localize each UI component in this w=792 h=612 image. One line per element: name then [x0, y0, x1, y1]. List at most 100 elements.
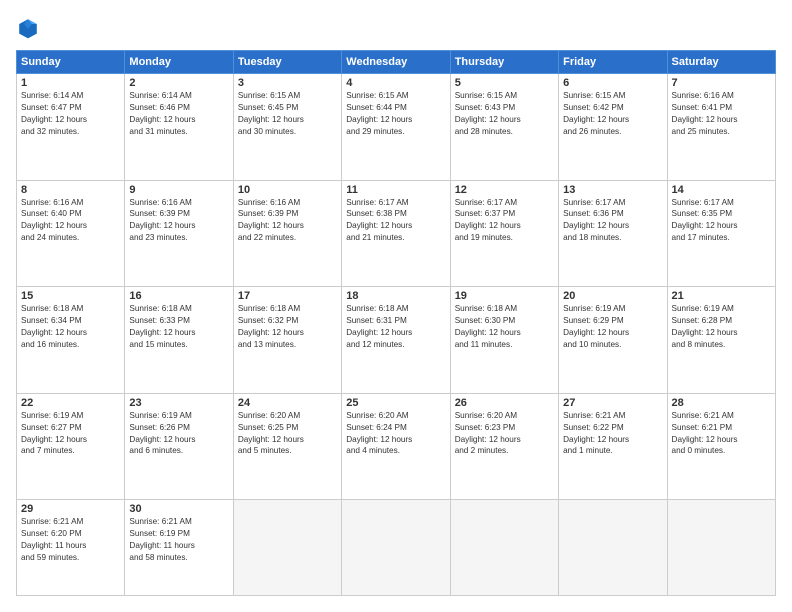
day-cell: 7Sunrise: 6:16 AMSunset: 6:41 PMDaylight…	[667, 74, 775, 181]
day-cell: 2Sunrise: 6:14 AMSunset: 6:46 PMDaylight…	[125, 74, 233, 181]
day-info: Sunrise: 6:18 AMSunset: 6:30 PMDaylight:…	[455, 303, 554, 351]
day-cell: 22Sunrise: 6:19 AMSunset: 6:27 PMDayligh…	[17, 393, 125, 500]
day-cell: 6Sunrise: 6:15 AMSunset: 6:42 PMDaylight…	[559, 74, 667, 181]
day-cell: 14Sunrise: 6:17 AMSunset: 6:35 PMDayligh…	[667, 180, 775, 287]
day-cell: 25Sunrise: 6:20 AMSunset: 6:24 PMDayligh…	[342, 393, 450, 500]
day-cell	[233, 500, 341, 596]
header	[16, 16, 776, 40]
col-header-wednesday: Wednesday	[342, 51, 450, 74]
day-number: 17	[238, 290, 337, 302]
day-cell: 30Sunrise: 6:21 AMSunset: 6:19 PMDayligh…	[125, 500, 233, 596]
day-info: Sunrise: 6:17 AMSunset: 6:37 PMDaylight:…	[455, 197, 554, 245]
day-info: Sunrise: 6:16 AMSunset: 6:40 PMDaylight:…	[21, 197, 120, 245]
col-header-saturday: Saturday	[667, 51, 775, 74]
day-info: Sunrise: 6:20 AMSunset: 6:23 PMDaylight:…	[455, 410, 554, 458]
day-cell	[559, 500, 667, 596]
week-row-5: 29Sunrise: 6:21 AMSunset: 6:20 PMDayligh…	[17, 500, 776, 596]
day-number: 30	[129, 503, 228, 515]
day-number: 5	[455, 77, 554, 89]
day-info: Sunrise: 6:15 AMSunset: 6:43 PMDaylight:…	[455, 90, 554, 138]
day-number: 11	[346, 184, 445, 196]
day-info: Sunrise: 6:21 AMSunset: 6:22 PMDaylight:…	[563, 410, 662, 458]
day-number: 12	[455, 184, 554, 196]
day-info: Sunrise: 6:16 AMSunset: 6:41 PMDaylight:…	[672, 90, 771, 138]
day-cell: 12Sunrise: 6:17 AMSunset: 6:37 PMDayligh…	[450, 180, 558, 287]
day-cell: 23Sunrise: 6:19 AMSunset: 6:26 PMDayligh…	[125, 393, 233, 500]
day-number: 26	[455, 397, 554, 409]
col-header-thursday: Thursday	[450, 51, 558, 74]
day-info: Sunrise: 6:19 AMSunset: 6:28 PMDaylight:…	[672, 303, 771, 351]
day-info: Sunrise: 6:14 AMSunset: 6:46 PMDaylight:…	[129, 90, 228, 138]
day-cell: 26Sunrise: 6:20 AMSunset: 6:23 PMDayligh…	[450, 393, 558, 500]
day-cell: 18Sunrise: 6:18 AMSunset: 6:31 PMDayligh…	[342, 287, 450, 394]
day-cell: 15Sunrise: 6:18 AMSunset: 6:34 PMDayligh…	[17, 287, 125, 394]
day-info: Sunrise: 6:15 AMSunset: 6:45 PMDaylight:…	[238, 90, 337, 138]
col-header-monday: Monday	[125, 51, 233, 74]
day-number: 27	[563, 397, 662, 409]
day-number: 13	[563, 184, 662, 196]
day-number: 20	[563, 290, 662, 302]
day-number: 10	[238, 184, 337, 196]
day-number: 16	[129, 290, 228, 302]
day-cell: 10Sunrise: 6:16 AMSunset: 6:39 PMDayligh…	[233, 180, 341, 287]
logo-icon	[16, 16, 40, 40]
day-cell: 8Sunrise: 6:16 AMSunset: 6:40 PMDaylight…	[17, 180, 125, 287]
calendar-table: SundayMondayTuesdayWednesdayThursdayFrid…	[16, 50, 776, 596]
day-number: 3	[238, 77, 337, 89]
col-header-sunday: Sunday	[17, 51, 125, 74]
day-number: 1	[21, 77, 120, 89]
day-info: Sunrise: 6:21 AMSunset: 6:20 PMDaylight:…	[21, 516, 120, 564]
day-cell	[667, 500, 775, 596]
day-info: Sunrise: 6:18 AMSunset: 6:32 PMDaylight:…	[238, 303, 337, 351]
week-row-1: 1Sunrise: 6:14 AMSunset: 6:47 PMDaylight…	[17, 74, 776, 181]
week-row-2: 8Sunrise: 6:16 AMSunset: 6:40 PMDaylight…	[17, 180, 776, 287]
day-cell: 20Sunrise: 6:19 AMSunset: 6:29 PMDayligh…	[559, 287, 667, 394]
day-number: 23	[129, 397, 228, 409]
day-info: Sunrise: 6:19 AMSunset: 6:27 PMDaylight:…	[21, 410, 120, 458]
day-number: 7	[672, 77, 771, 89]
day-number: 22	[21, 397, 120, 409]
day-info: Sunrise: 6:19 AMSunset: 6:29 PMDaylight:…	[563, 303, 662, 351]
day-number: 28	[672, 397, 771, 409]
day-info: Sunrise: 6:21 AMSunset: 6:21 PMDaylight:…	[672, 410, 771, 458]
day-cell: 19Sunrise: 6:18 AMSunset: 6:30 PMDayligh…	[450, 287, 558, 394]
logo	[16, 16, 44, 40]
day-number: 14	[672, 184, 771, 196]
day-info: Sunrise: 6:15 AMSunset: 6:44 PMDaylight:…	[346, 90, 445, 138]
day-info: Sunrise: 6:20 AMSunset: 6:24 PMDaylight:…	[346, 410, 445, 458]
day-info: Sunrise: 6:16 AMSunset: 6:39 PMDaylight:…	[129, 197, 228, 245]
day-cell	[450, 500, 558, 596]
day-info: Sunrise: 6:19 AMSunset: 6:26 PMDaylight:…	[129, 410, 228, 458]
day-cell: 17Sunrise: 6:18 AMSunset: 6:32 PMDayligh…	[233, 287, 341, 394]
day-cell: 29Sunrise: 6:21 AMSunset: 6:20 PMDayligh…	[17, 500, 125, 596]
day-cell: 27Sunrise: 6:21 AMSunset: 6:22 PMDayligh…	[559, 393, 667, 500]
week-row-4: 22Sunrise: 6:19 AMSunset: 6:27 PMDayligh…	[17, 393, 776, 500]
day-info: Sunrise: 6:18 AMSunset: 6:34 PMDaylight:…	[21, 303, 120, 351]
week-row-3: 15Sunrise: 6:18 AMSunset: 6:34 PMDayligh…	[17, 287, 776, 394]
page: SundayMondayTuesdayWednesdayThursdayFrid…	[0, 0, 792, 612]
day-number: 25	[346, 397, 445, 409]
day-cell: 3Sunrise: 6:15 AMSunset: 6:45 PMDaylight…	[233, 74, 341, 181]
day-info: Sunrise: 6:18 AMSunset: 6:31 PMDaylight:…	[346, 303, 445, 351]
day-cell: 11Sunrise: 6:17 AMSunset: 6:38 PMDayligh…	[342, 180, 450, 287]
day-info: Sunrise: 6:14 AMSunset: 6:47 PMDaylight:…	[21, 90, 120, 138]
day-number: 19	[455, 290, 554, 302]
day-number: 8	[21, 184, 120, 196]
col-header-tuesday: Tuesday	[233, 51, 341, 74]
day-info: Sunrise: 6:17 AMSunset: 6:35 PMDaylight:…	[672, 197, 771, 245]
day-number: 18	[346, 290, 445, 302]
calendar-header-row: SundayMondayTuesdayWednesdayThursdayFrid…	[17, 51, 776, 74]
col-header-friday: Friday	[559, 51, 667, 74]
day-cell: 5Sunrise: 6:15 AMSunset: 6:43 PMDaylight…	[450, 74, 558, 181]
day-info: Sunrise: 6:17 AMSunset: 6:36 PMDaylight:…	[563, 197, 662, 245]
day-info: Sunrise: 6:20 AMSunset: 6:25 PMDaylight:…	[238, 410, 337, 458]
day-number: 29	[21, 503, 120, 515]
day-number: 15	[21, 290, 120, 302]
day-info: Sunrise: 6:17 AMSunset: 6:38 PMDaylight:…	[346, 197, 445, 245]
day-number: 21	[672, 290, 771, 302]
day-cell: 21Sunrise: 6:19 AMSunset: 6:28 PMDayligh…	[667, 287, 775, 394]
day-info: Sunrise: 6:15 AMSunset: 6:42 PMDaylight:…	[563, 90, 662, 138]
day-cell	[342, 500, 450, 596]
day-cell: 13Sunrise: 6:17 AMSunset: 6:36 PMDayligh…	[559, 180, 667, 287]
day-cell: 24Sunrise: 6:20 AMSunset: 6:25 PMDayligh…	[233, 393, 341, 500]
